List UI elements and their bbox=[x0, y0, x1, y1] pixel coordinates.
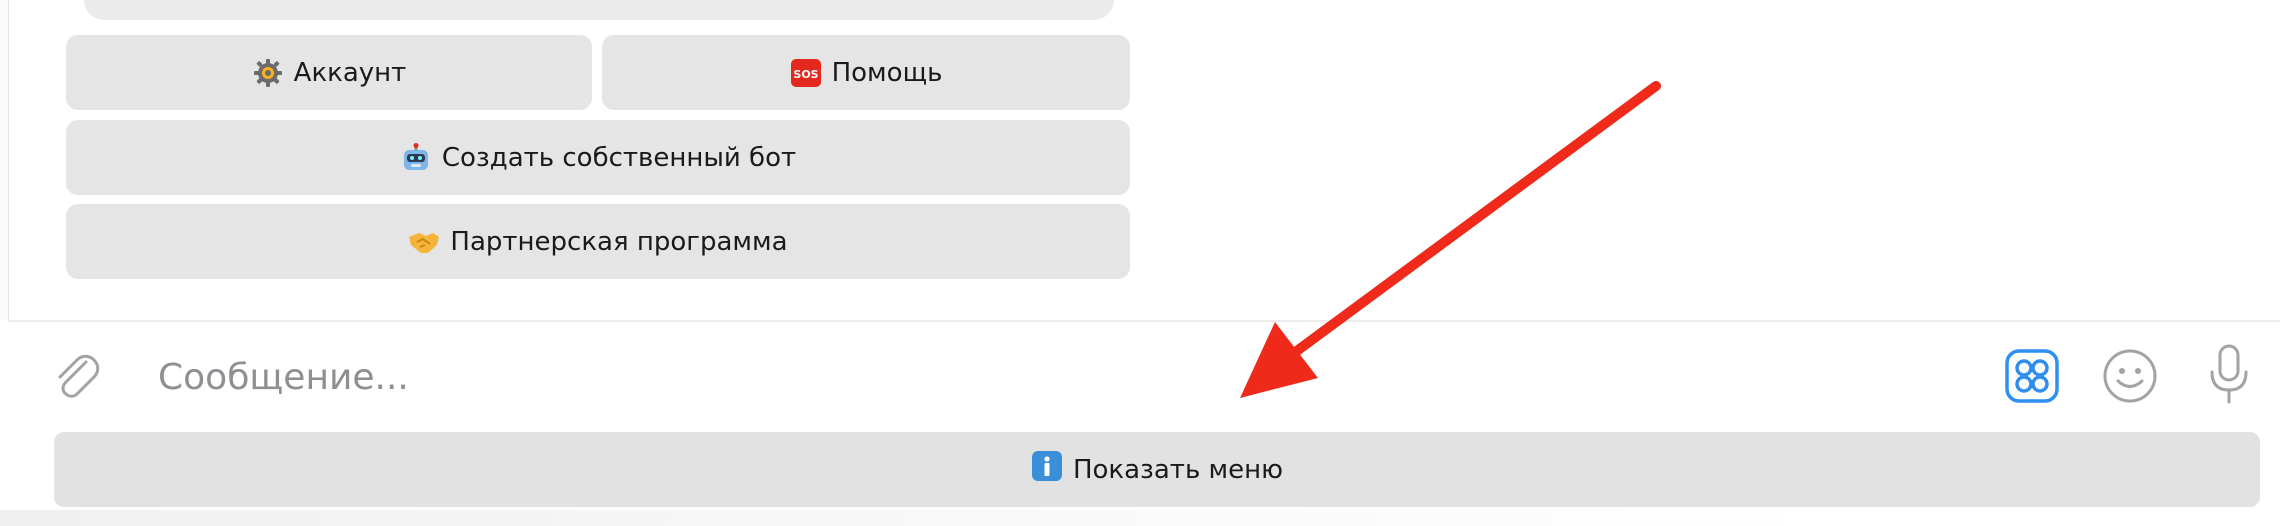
account-label: Аккаунт bbox=[293, 57, 407, 88]
info-icon bbox=[1031, 450, 1063, 489]
message-input[interactable] bbox=[156, 346, 1960, 408]
chat-screen: Аккаунт SOS Помощь Создать собственный б… bbox=[0, 0, 2280, 526]
show-menu-button[interactable]: Показать меню bbox=[54, 432, 2260, 507]
account-button[interactable]: Аккаунт bbox=[66, 35, 592, 110]
previous-keyboard-button[interactable] bbox=[84, 0, 1114, 20]
paperclip-icon[interactable] bbox=[48, 348, 104, 404]
sos-icon: SOS bbox=[790, 57, 822, 89]
handshake-icon bbox=[408, 226, 440, 258]
bottom-shadow bbox=[0, 510, 2280, 526]
show-menu-label: Показать меню bbox=[1072, 454, 1284, 485]
svg-text:SOS: SOS bbox=[793, 68, 818, 81]
robot-icon bbox=[400, 142, 432, 174]
partner-program-label: Партнерская программа bbox=[450, 226, 788, 257]
help-button[interactable]: SOS Помощь bbox=[602, 35, 1130, 110]
bot-commands-icon[interactable] bbox=[2002, 346, 2062, 406]
create-bot-button[interactable]: Создать собственный бот bbox=[66, 120, 1130, 195]
help-label: Помощь bbox=[831, 57, 943, 88]
microphone-icon[interactable] bbox=[2204, 342, 2254, 408]
partner-program-button[interactable]: Партнерская программа bbox=[66, 204, 1130, 279]
gear-icon bbox=[252, 57, 284, 89]
create-bot-label: Создать собственный бот bbox=[441, 142, 797, 173]
left-edge bbox=[0, 0, 9, 320]
message-composer bbox=[8, 322, 2280, 430]
smile-icon[interactable] bbox=[2100, 346, 2160, 406]
